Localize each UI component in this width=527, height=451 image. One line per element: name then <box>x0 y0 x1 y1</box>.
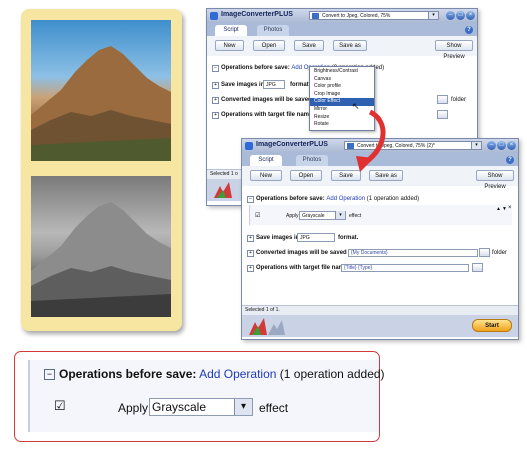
collapse-toggle[interactable]: + <box>247 265 254 272</box>
new-button[interactable]: New <box>215 40 244 51</box>
format-select[interactable]: JPG <box>263 80 285 89</box>
transition-arrow <box>356 109 386 172</box>
maximize-icon[interactable]: □ <box>456 11 465 20</box>
menu-item-canvas[interactable]: Canvas <box>310 76 374 84</box>
preset-icon <box>312 13 319 19</box>
minimize-icon[interactable]: – <box>446 11 455 20</box>
callout-panel: − Operations before save: Add Operation (… <box>28 360 385 432</box>
toolbar: New Open Save Save as Show Preview <box>207 36 477 60</box>
move-down-icon[interactable]: ▼ <box>502 206 507 212</box>
status-bar: Selected 1 of 1. <box>242 305 518 315</box>
tab-strip: Script Photos ? <box>207 23 477 36</box>
folder-suffix: folder <box>451 97 467 103</box>
help-icon[interactable]: ? <box>506 156 514 164</box>
add-operation-link[interactable]: Add Operation <box>199 367 276 381</box>
format-suffix: format <box>290 82 309 88</box>
tab-photos[interactable]: Photos <box>296 155 328 166</box>
tab-script[interactable]: Script <box>250 155 282 166</box>
maximize-icon[interactable]: □ <box>497 141 506 150</box>
menu-item-color-profile[interactable]: Color profile <box>310 83 374 91</box>
grayscale-mountain-photo <box>31 176 171 317</box>
operation-panel: ☑ Apply Grayscale ▾ effect ▲ ▼ × <box>249 205 512 225</box>
save-format-row: + Save images in <box>247 235 299 242</box>
menu-item-color-effect[interactable]: Color Effect <box>310 98 374 106</box>
save-as-button[interactable]: Save as <box>333 40 367 51</box>
move-up-icon[interactable]: ▲ <box>496 206 501 212</box>
show-preview-button[interactable]: Show Preview <box>435 40 473 60</box>
menu-item-brightness-contrast[interactable]: Brightness/Contrast <box>310 68 374 76</box>
open-button[interactable]: Open <box>290 170 322 181</box>
app-title: ImageConverterPLUS <box>256 141 328 148</box>
minimize-icon[interactable]: – <box>487 141 496 150</box>
save-format-row: + Save images in <box>212 82 264 89</box>
collapse-toggle[interactable]: + <box>212 82 219 89</box>
target-name-button[interactable] <box>437 110 448 119</box>
app-title: ImageConverterPLUS <box>221 11 293 18</box>
brand-arrows-icon <box>249 318 285 335</box>
save-button[interactable]: Save <box>294 40 324 51</box>
operations-count: (1 operation added) <box>279 367 385 381</box>
collapse-toggle[interactable]: + <box>247 250 254 257</box>
open-button[interactable]: Open <box>253 40 285 51</box>
zoom-callout: − Operations before save: Add Operation (… <box>14 351 385 442</box>
collapse-toggle[interactable]: + <box>212 112 219 119</box>
effect-select[interactable]: Grayscale ▾ <box>299 211 346 220</box>
app-logo-icon <box>210 12 218 20</box>
app-logo-icon <box>245 142 253 150</box>
brand-arrows-icon <box>214 182 232 198</box>
apply-label: Apply <box>118 401 149 415</box>
show-preview-button[interactable]: Show Preview <box>476 170 514 190</box>
help-icon[interactable]: ? <box>465 26 473 34</box>
operation-checkbox[interactable]: ☑ <box>54 398 66 414</box>
chevron-down-icon[interactable]: ▾ <box>471 142 481 149</box>
chevron-down-icon[interactable]: ▾ <box>335 211 345 219</box>
photo-comparison-card <box>21 9 182 331</box>
folder-suffix: folder <box>492 250 508 256</box>
output-folder-row: + Converted images will be saved to <box>212 97 319 104</box>
target-name-row: + Operations with target file name <box>247 265 347 272</box>
effect-select[interactable]: Grayscale ▾ <box>149 398 253 416</box>
title-bar: ImageConverterPLUS Convert to Jpeg, Colo… <box>207 9 477 23</box>
collapse-toggle[interactable]: − <box>212 65 219 72</box>
collapse-toggle[interactable]: − <box>44 369 55 380</box>
effect-suffix: effect <box>259 401 289 415</box>
collapse-toggle[interactable]: + <box>247 235 254 242</box>
format-select[interactable]: JPG <box>297 233 335 242</box>
close-icon[interactable]: × <box>466 11 475 20</box>
bottom-bar: Start <box>242 315 518 337</box>
operation-checkbox[interactable]: ☑ <box>255 212 260 219</box>
start-button[interactable]: Start <box>472 319 512 332</box>
operations-count: (1 operation added) <box>366 196 420 202</box>
browse-folder-button[interactable] <box>479 248 490 257</box>
output-folder-field[interactable]: {My Documents} <box>348 249 478 257</box>
chevron-down-icon[interactable]: ▾ <box>428 12 438 19</box>
collapse-toggle[interactable]: + <box>212 97 219 104</box>
target-name-row: + Operations with target file name <box>212 112 312 119</box>
preset-select[interactable]: Convert to Jpeg, Colored, 75% ▾ <box>309 11 439 20</box>
effect-suffix: effect <box>349 213 362 219</box>
browse-folder-button[interactable] <box>437 95 448 104</box>
color-mountain-photo <box>31 20 171 161</box>
target-name-field[interactable]: {Title} {Type} <box>341 264 469 272</box>
chevron-down-icon[interactable]: ▾ <box>234 399 252 415</box>
preset-value: Convert to Jpeg, Colored, 75% <box>322 13 391 19</box>
tab-photos[interactable]: Photos <box>257 25 289 36</box>
close-icon[interactable]: × <box>507 141 516 150</box>
apply-label: Apply <box>286 213 299 219</box>
mouse-cursor-icon: ↖ <box>352 101 360 111</box>
tab-script[interactable]: Script <box>215 25 247 36</box>
format-suffix: format. <box>338 235 359 241</box>
operations-row-zoomed: − Operations before save: Add Operation (… <box>44 367 385 381</box>
output-folder-row: + Converted images will be saved to <box>247 250 354 257</box>
operations-row: −Operations before save: Add Operation (… <box>247 196 419 203</box>
menu-item-crop-image[interactable]: Crop Image <box>310 91 374 99</box>
new-button[interactable]: New <box>250 170 282 181</box>
add-operation-link[interactable]: Add Operation <box>326 196 365 202</box>
target-name-button[interactable] <box>472 263 483 272</box>
collapse-toggle[interactable]: − <box>247 196 254 203</box>
remove-operation-icon[interactable]: × <box>508 205 512 211</box>
